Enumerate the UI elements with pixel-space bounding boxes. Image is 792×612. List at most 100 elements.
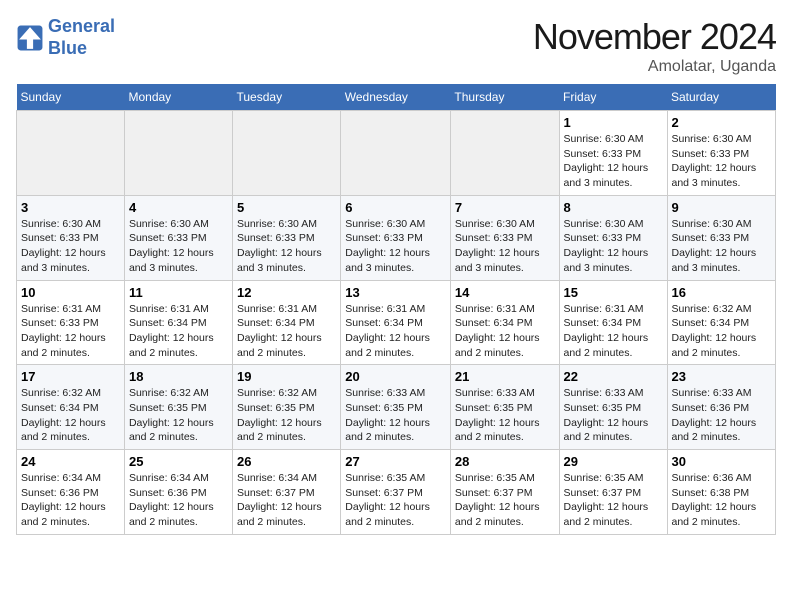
cell-info: Sunrise: 6:30 AM Sunset: 6:33 PM Dayligh… — [455, 217, 555, 276]
day-number: 8 — [564, 200, 663, 215]
calendar-cell: 19 Sunrise: 6:32 AM Sunset: 6:35 PM Dayli… — [233, 365, 341, 450]
cell-info: Sunrise: 6:32 AM Sunset: 6:35 PM Dayligh… — [129, 386, 228, 445]
cell-info: Sunrise: 6:30 AM Sunset: 6:33 PM Dayligh… — [237, 217, 336, 276]
page-header: General Blue November 2024 Amolatar, Uga… — [16, 16, 776, 76]
cell-info: Sunrise: 6:34 AM Sunset: 6:36 PM Dayligh… — [129, 471, 228, 530]
calendar-cell: 1 Sunrise: 6:30 AM Sunset: 6:33 PM Daylig… — [559, 111, 667, 196]
cell-info: Sunrise: 6:30 AM Sunset: 6:33 PM Dayligh… — [672, 217, 772, 276]
month-title: November 2024 — [533, 16, 776, 58]
calendar-week-row: 3 Sunrise: 6:30 AM Sunset: 6:33 PM Daylig… — [17, 195, 776, 280]
cell-info: Sunrise: 6:36 AM Sunset: 6:38 PM Dayligh… — [672, 471, 772, 530]
calendar-week-row: 10 Sunrise: 6:31 AM Sunset: 6:33 PM Dayli… — [17, 280, 776, 365]
logo-line1: General — [48, 16, 115, 36]
cell-info: Sunrise: 6:34 AM Sunset: 6:36 PM Dayligh… — [21, 471, 120, 530]
cell-info: Sunrise: 6:30 AM Sunset: 6:33 PM Dayligh… — [21, 217, 120, 276]
calendar-cell — [17, 111, 125, 196]
day-number: 22 — [564, 369, 663, 384]
day-number: 19 — [237, 369, 336, 384]
cell-info: Sunrise: 6:32 AM Sunset: 6:34 PM Dayligh… — [672, 302, 772, 361]
calendar-cell — [233, 111, 341, 196]
calendar-week-row: 24 Sunrise: 6:34 AM Sunset: 6:36 PM Dayli… — [17, 450, 776, 535]
day-number: 30 — [672, 454, 772, 469]
calendar-cell: 26Sunrise: 6:34 AM Sunset: 6:37 PM Dayli… — [233, 450, 341, 535]
calendar-cell: 14Sunrise: 6:31 AM Sunset: 6:34 PM Dayli… — [450, 280, 559, 365]
calendar-week-row: 1 Sunrise: 6:30 AM Sunset: 6:33 PM Daylig… — [17, 111, 776, 196]
calendar-cell: 12Sunrise: 6:31 AM Sunset: 6:34 PM Dayli… — [233, 280, 341, 365]
cell-info: Sunrise: 6:33 AM Sunset: 6:35 PM Dayligh… — [345, 386, 446, 445]
calendar-cell: 20 Sunrise: 6:33 AM Sunset: 6:35 PM Dayli… — [341, 365, 451, 450]
day-number: 3 — [21, 200, 120, 215]
day-number: 16 — [672, 285, 772, 300]
calendar-cell: 21 Sunrise: 6:33 AM Sunset: 6:35 PM Dayli… — [450, 365, 559, 450]
cell-info: Sunrise: 6:31 AM Sunset: 6:34 PM Dayligh… — [345, 302, 446, 361]
cell-info: Sunrise: 6:32 AM Sunset: 6:34 PM Dayligh… — [21, 386, 120, 445]
calendar-cell: 8 Sunrise: 6:30 AM Sunset: 6:33 PM Daylig… — [559, 195, 667, 280]
calendar-cell — [341, 111, 451, 196]
day-number: 10 — [21, 285, 120, 300]
cell-info: Sunrise: 6:33 AM Sunset: 6:36 PM Dayligh… — [672, 386, 772, 445]
day-number: 4 — [129, 200, 228, 215]
cell-info: Sunrise: 6:30 AM Sunset: 6:33 PM Dayligh… — [564, 217, 663, 276]
cell-info: Sunrise: 6:30 AM Sunset: 6:33 PM Dayligh… — [672, 132, 772, 191]
day-number: 9 — [672, 200, 772, 215]
day-number: 17 — [21, 369, 120, 384]
calendar-cell: 2Sunrise: 6:30 AM Sunset: 6:33 PM Daylig… — [667, 111, 776, 196]
day-number: 18 — [129, 369, 228, 384]
day-number: 13 — [345, 285, 446, 300]
calendar-cell: 17 Sunrise: 6:32 AM Sunset: 6:34 PM Dayli… — [17, 365, 125, 450]
cell-info: Sunrise: 6:31 AM Sunset: 6:33 PM Dayligh… — [21, 302, 120, 361]
day-number: 11 — [129, 285, 228, 300]
cell-info: Sunrise: 6:34 AM Sunset: 6:37 PM Dayligh… — [237, 471, 336, 530]
day-number: 14 — [455, 285, 555, 300]
cell-info: Sunrise: 6:35 AM Sunset: 6:37 PM Dayligh… — [455, 471, 555, 530]
day-number: 21 — [455, 369, 555, 384]
day-number: 20 — [345, 369, 446, 384]
cell-info: Sunrise: 6:33 AM Sunset: 6:35 PM Dayligh… — [564, 386, 663, 445]
calendar-cell: 24 Sunrise: 6:34 AM Sunset: 6:36 PM Dayli… — [17, 450, 125, 535]
cell-info: Sunrise: 6:32 AM Sunset: 6:35 PM Dayligh… — [237, 386, 336, 445]
title-area: November 2024 Amolatar, Uganda — [533, 16, 776, 76]
day-number: 29 — [564, 454, 663, 469]
day-number: 25 — [129, 454, 228, 469]
cell-info: Sunrise: 6:35 AM Sunset: 6:37 PM Dayligh… — [564, 471, 663, 530]
calendar-cell: 23 Sunrise: 6:33 AM Sunset: 6:36 PM Dayli… — [667, 365, 776, 450]
calendar-cell: 11 Sunrise: 6:31 AM Sunset: 6:34 PM Dayli… — [124, 280, 232, 365]
calendar-week-row: 17 Sunrise: 6:32 AM Sunset: 6:34 PM Dayli… — [17, 365, 776, 450]
calendar-cell: 5 Sunrise: 6:30 AM Sunset: 6:33 PM Daylig… — [233, 195, 341, 280]
logo: General Blue — [16, 16, 115, 59]
cell-info: Sunrise: 6:31 AM Sunset: 6:34 PM Dayligh… — [129, 302, 228, 361]
day-number: 12 — [237, 285, 336, 300]
calendar-cell: 4 Sunrise: 6:30 AM Sunset: 6:33 PM Daylig… — [124, 195, 232, 280]
calendar-cell: 18 Sunrise: 6:32 AM Sunset: 6:35 PM Dayli… — [124, 365, 232, 450]
calendar-cell — [124, 111, 232, 196]
calendar-table: SundayMondayTuesdayWednesdayThursdayFrid… — [16, 84, 776, 535]
day-number: 7 — [455, 200, 555, 215]
day-header-monday: Monday — [124, 84, 232, 111]
cell-info: Sunrise: 6:30 AM Sunset: 6:33 PM Dayligh… — [564, 132, 663, 191]
calendar-cell: 6 Sunrise: 6:30 AM Sunset: 6:33 PM Daylig… — [341, 195, 451, 280]
calendar-header-row: SundayMondayTuesdayWednesdayThursdayFrid… — [17, 84, 776, 111]
logo-icon — [16, 24, 44, 52]
cell-info: Sunrise: 6:31 AM Sunset: 6:34 PM Dayligh… — [564, 302, 663, 361]
calendar-cell: 25 Sunrise: 6:34 AM Sunset: 6:36 PM Dayli… — [124, 450, 232, 535]
calendar-cell — [450, 111, 559, 196]
calendar-cell: 22 Sunrise: 6:33 AM Sunset: 6:35 PM Dayli… — [559, 365, 667, 450]
location: Amolatar, Uganda — [533, 58, 776, 76]
cell-info: Sunrise: 6:33 AM Sunset: 6:35 PM Dayligh… — [455, 386, 555, 445]
day-number: 28 — [455, 454, 555, 469]
calendar-cell: 3 Sunrise: 6:30 AM Sunset: 6:33 PM Daylig… — [17, 195, 125, 280]
day-number: 5 — [237, 200, 336, 215]
calendar-cell: 15Sunrise: 6:31 AM Sunset: 6:34 PM Dayli… — [559, 280, 667, 365]
day-number: 6 — [345, 200, 446, 215]
day-header-tuesday: Tuesday — [233, 84, 341, 111]
cell-info: Sunrise: 6:30 AM Sunset: 6:33 PM Dayligh… — [345, 217, 446, 276]
calendar-cell: 13 Sunrise: 6:31 AM Sunset: 6:34 PM Dayli… — [341, 280, 451, 365]
day-header-saturday: Saturday — [667, 84, 776, 111]
day-header-friday: Friday — [559, 84, 667, 111]
day-number: 1 — [564, 115, 663, 130]
day-number: 24 — [21, 454, 120, 469]
calendar-cell: 28 Sunrise: 6:35 AM Sunset: 6:37 PM Dayli… — [450, 450, 559, 535]
day-header-wednesday: Wednesday — [341, 84, 451, 111]
cell-info: Sunrise: 6:30 AM Sunset: 6:33 PM Dayligh… — [129, 217, 228, 276]
day-number: 23 — [672, 369, 772, 384]
